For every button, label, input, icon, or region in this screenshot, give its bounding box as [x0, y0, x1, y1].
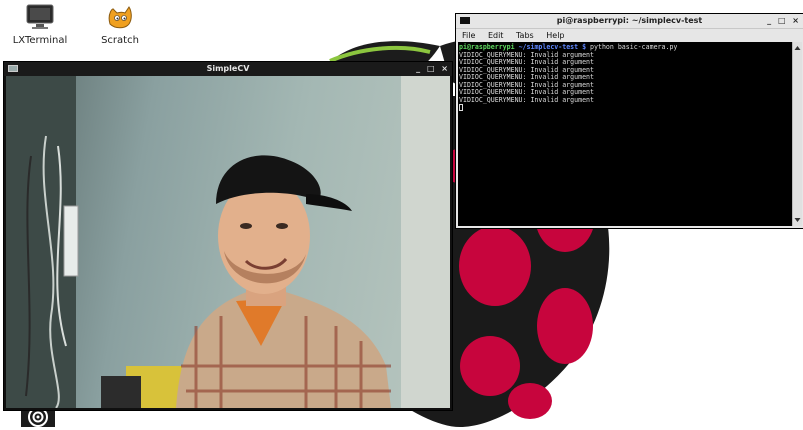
desktop-icon-lxterminal[interactable]: LXTerminal [5, 4, 75, 46]
maximize-button[interactable]: □ [778, 16, 786, 25]
desktop-icon-label: Scratch [101, 35, 139, 46]
camera-image [6, 76, 450, 408]
terminal-titlebar[interactable]: pi@raspberrypi: ~/simplecv-test _ □ × [456, 14, 803, 29]
scratch-cat-icon [108, 6, 132, 29]
maximize-button[interactable]: □ [427, 64, 435, 73]
terminal-app-icon [460, 17, 470, 24]
output-line: VIDIOC_QUERYMENU: Invalid argument [459, 95, 594, 104]
terminal-title: pi@raspberrypi: ~/simplecv-test [556, 16, 703, 25]
prompt-path: ~/simplecv-test $ [518, 43, 587, 51]
terminal-scrollbar[interactable] [792, 42, 802, 226]
close-button[interactable]: × [792, 16, 799, 25]
menu-help[interactable]: Help [546, 31, 564, 40]
simplecv-title: SimpleCV [206, 64, 250, 73]
desktop-icon-scratch[interactable]: Scratch [85, 4, 155, 46]
desktop-icon-label: LXTerminal [12, 35, 68, 46]
terminal-cursor [459, 104, 463, 111]
minimize-button[interactable]: _ [416, 64, 420, 73]
terminal-output[interactable]: pi@raspberrypi ~/simplecv-test $ python … [458, 42, 792, 226]
simplecv-titlebar[interactable]: SimpleCV _ □ × [4, 62, 452, 76]
terminal-menubar: File Edit Tabs Help [456, 29, 803, 42]
prompt-command: python basic-camera.py [590, 43, 678, 51]
menu-tabs[interactable]: Tabs [516, 31, 534, 40]
scroll-up-arrow-icon[interactable] [793, 44, 802, 52]
close-button[interactable]: × [441, 64, 448, 73]
prompt-user: pi@raspberrypi [459, 43, 515, 51]
minimize-button[interactable]: _ [767, 16, 771, 25]
monitor-icon [26, 4, 54, 29]
terminal-window[interactable]: pi@raspberrypi: ~/simplecv-test _ □ × Fi… [456, 14, 803, 228]
simplecv-window[interactable]: SimpleCV _ □ × [4, 62, 452, 410]
simplecv-app-icon [8, 65, 18, 72]
menu-file[interactable]: File [462, 31, 475, 40]
menu-edit[interactable]: Edit [488, 31, 504, 40]
camera-feed [6, 76, 450, 408]
scroll-down-arrow-icon[interactable] [793, 216, 802, 224]
